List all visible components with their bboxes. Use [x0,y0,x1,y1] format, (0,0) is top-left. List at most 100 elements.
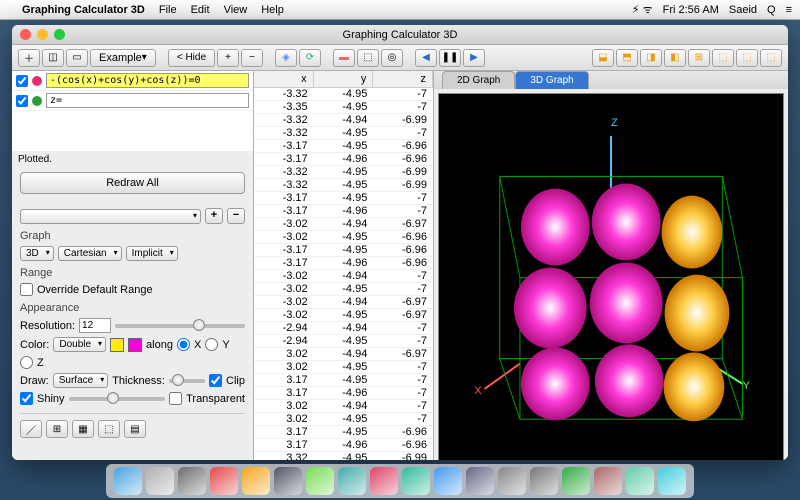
eq1-enable-checkbox[interactable] [16,75,28,87]
panel-tab1-icon[interactable]: ／ [20,420,42,438]
dock-item-17[interactable] [658,467,686,495]
mode-select[interactable]: Implicit [126,246,178,261]
panel-tab4-icon[interactable]: ⬚ [98,420,120,438]
tool-view7-icon[interactable]: ⬚ [736,49,758,67]
color2-swatch[interactable] [128,338,142,352]
override-range-checkbox[interactable] [20,283,33,296]
dock-item-4[interactable] [242,467,270,495]
graph-type-select[interactable]: 3D [20,246,54,261]
dock-item-7[interactable] [338,467,366,495]
wifi-icon[interactable]: ⚡︎ ᯤ [632,2,653,17]
dock[interactable] [106,464,694,498]
tool-view5-icon[interactable]: ⊞ [688,49,710,67]
user-label[interactable]: Saeid [729,4,757,16]
axis-z-radio[interactable] [20,356,33,369]
dock-item-3[interactable] [210,467,238,495]
tool-cube3d-icon[interactable]: ◈ [275,49,297,67]
tool-view6-icon[interactable]: ⬚ [712,49,734,67]
dock-item-2[interactable] [178,467,206,495]
panel-tab3-icon[interactable]: ▦ [72,420,94,438]
menu-edit[interactable]: Edit [191,4,210,16]
menu-app-name[interactable]: Graphing Calculator 3D [22,4,145,16]
tool-rect-icon[interactable]: ▬ [333,49,355,67]
transparent-checkbox[interactable] [169,392,182,405]
color-label: Color: [20,339,49,351]
resolution-input[interactable] [79,318,111,333]
tool-back-icon[interactable]: ◀ [415,49,437,67]
table-row: 3.17-4.95-7 [254,374,433,387]
tool-refresh-icon[interactable]: ⟳ [299,49,321,67]
tool-view1-icon[interactable]: ⬓ [592,49,614,67]
example-button[interactable]: Example ▾ [90,49,156,67]
eq2-input[interactable] [46,93,249,108]
tool-roll-icon[interactable]: ⬚ [357,49,379,67]
tool-view8-icon[interactable]: ⬚ [760,49,782,67]
draw-mode-select[interactable]: Surface [53,373,108,388]
dock-item-5[interactable] [274,467,302,495]
preset-select[interactable] [20,209,201,224]
table-row: 3.02-4.95-7 [254,413,433,426]
table-row: -2.94-4.94-7 [254,322,433,335]
table-row: -3.17-4.96-7 [254,205,433,218]
coord-select[interactable]: Cartesian [58,246,122,261]
table-row: -3.32-4.95-7 [254,127,433,140]
dock-item-12[interactable] [498,467,526,495]
clip-checkbox[interactable] [209,374,222,387]
tool-view4-icon[interactable]: ◧ [664,49,686,67]
zoom-icon[interactable] [54,29,65,40]
hide-panel-button[interactable]: < Hide [168,49,215,67]
menu-file[interactable]: File [159,4,177,16]
eq1-input[interactable] [46,73,249,88]
tool-cube-icon[interactable]: ◫ [42,49,64,67]
eq1-color-dot[interactable] [32,76,42,86]
dock-item-16[interactable] [626,467,654,495]
data-table-body[interactable]: -3.32-4.95-7-3.35-4.95-7-3.32-4.94-6.99-… [254,88,433,460]
dock-item-11[interactable] [466,467,494,495]
tab-2d-graph[interactable]: 2D Graph [442,71,515,89]
color-mode-select[interactable]: Double [53,337,106,352]
shiny-label: Shiny [37,393,65,405]
tool-view3-icon[interactable]: ◨ [640,49,662,67]
axis-y-radio[interactable] [205,338,218,351]
tool-2d-icon[interactable]: ▭ [66,49,88,67]
menu-view[interactable]: View [224,4,248,16]
clock[interactable]: Fri 2:56 AM [663,4,719,16]
menu-help[interactable]: Help [261,4,284,16]
tab-3d-graph[interactable]: 3D Graph [515,71,588,89]
dock-item-15[interactable] [594,467,622,495]
preset-remove-button[interactable]: − [227,208,245,224]
shiny-checkbox[interactable] [20,392,33,405]
color1-swatch[interactable] [110,338,124,352]
minimize-icon[interactable] [37,29,48,40]
thickness-slider[interactable] [169,379,205,383]
shiny-slider[interactable] [69,397,166,401]
tool-target-icon[interactable]: ◎ [381,49,403,67]
window-title: Graphing Calculator 3D [343,29,458,41]
eq2-color-dot[interactable] [32,96,42,106]
dock-item-0[interactable] [114,467,142,495]
tool-plus-icon[interactable]: ＋ [18,49,40,67]
dock-item-9[interactable] [402,467,430,495]
eq2-enable-checkbox[interactable] [16,95,28,107]
resolution-slider[interactable] [115,324,245,328]
tool-pause-icon[interactable]: ❚❚ [439,49,461,67]
tool-add-icon[interactable]: + [217,49,239,67]
tool-view2-icon[interactable]: ⬒ [616,49,638,67]
dock-item-13[interactable] [530,467,558,495]
axis-x-radio[interactable] [177,338,190,351]
panel-tab5-icon[interactable]: ▤ [124,420,146,438]
dock-item-8[interactable] [370,467,398,495]
panel-tab2-icon[interactable]: ⊞ [46,420,68,438]
graph-viewport[interactable]: Z Y X [438,93,784,460]
tool-play-icon[interactable]: ▶ [463,49,485,67]
dock-item-6[interactable] [306,467,334,495]
close-icon[interactable] [20,29,31,40]
search-icon[interactable]: Q [767,4,776,16]
preset-add-button[interactable]: + [205,208,223,224]
dock-item-10[interactable] [434,467,462,495]
tool-remove-icon[interactable]: − [241,49,263,67]
redraw-all-button[interactable]: Redraw All [20,172,245,194]
dock-item-14[interactable] [562,467,590,495]
menu-list-icon[interactable]: ≡ [786,4,792,16]
dock-item-1[interactable] [146,467,174,495]
